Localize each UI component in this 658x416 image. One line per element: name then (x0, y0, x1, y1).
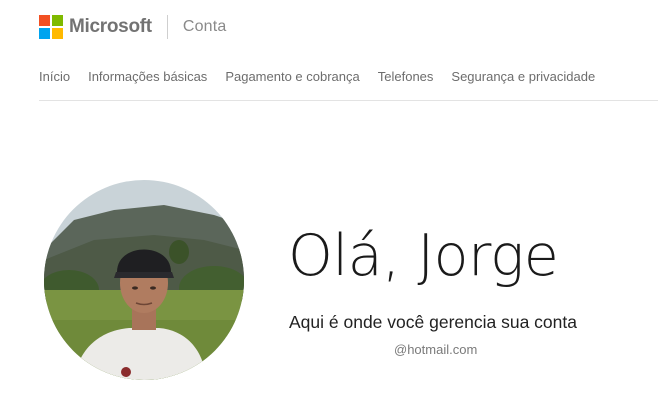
logo-square-red (39, 15, 50, 26)
nav-item-informacoes-basicas[interactable]: Informações básicas (88, 69, 207, 84)
profile-avatar[interactable] (44, 180, 244, 380)
account-email: @hotmail.com (394, 342, 478, 357)
greeting-heading: Olá, Jorge (288, 223, 559, 289)
nav-item-inicio[interactable]: Início (39, 69, 70, 84)
account-page: Microsoft Conta Início Informações básic… (0, 0, 658, 416)
main-nav: Início Informações básicas Pagamento e c… (39, 69, 613, 84)
header: Microsoft Conta (39, 14, 227, 40)
nav-item-telefones[interactable]: Telefones (378, 69, 434, 84)
avatar-photo (44, 180, 244, 380)
logo-square-blue (39, 28, 50, 39)
account-subtitle: Aqui é onde você gerencia sua conta (289, 312, 577, 332)
section-title[interactable]: Conta (183, 18, 227, 36)
logo-square-yellow (52, 28, 63, 39)
brand-name[interactable]: Microsoft (69, 16, 152, 38)
header-divider (166, 15, 168, 39)
microsoft-logo-icon[interactable] (39, 15, 63, 39)
logo-square-green (52, 15, 63, 26)
nav-item-seguranca-privacidade[interactable]: Segurança e privacidade (451, 69, 595, 84)
nav-item-pagamento-cobranca[interactable]: Pagamento e cobrança (225, 69, 359, 84)
nav-divider (39, 100, 658, 101)
